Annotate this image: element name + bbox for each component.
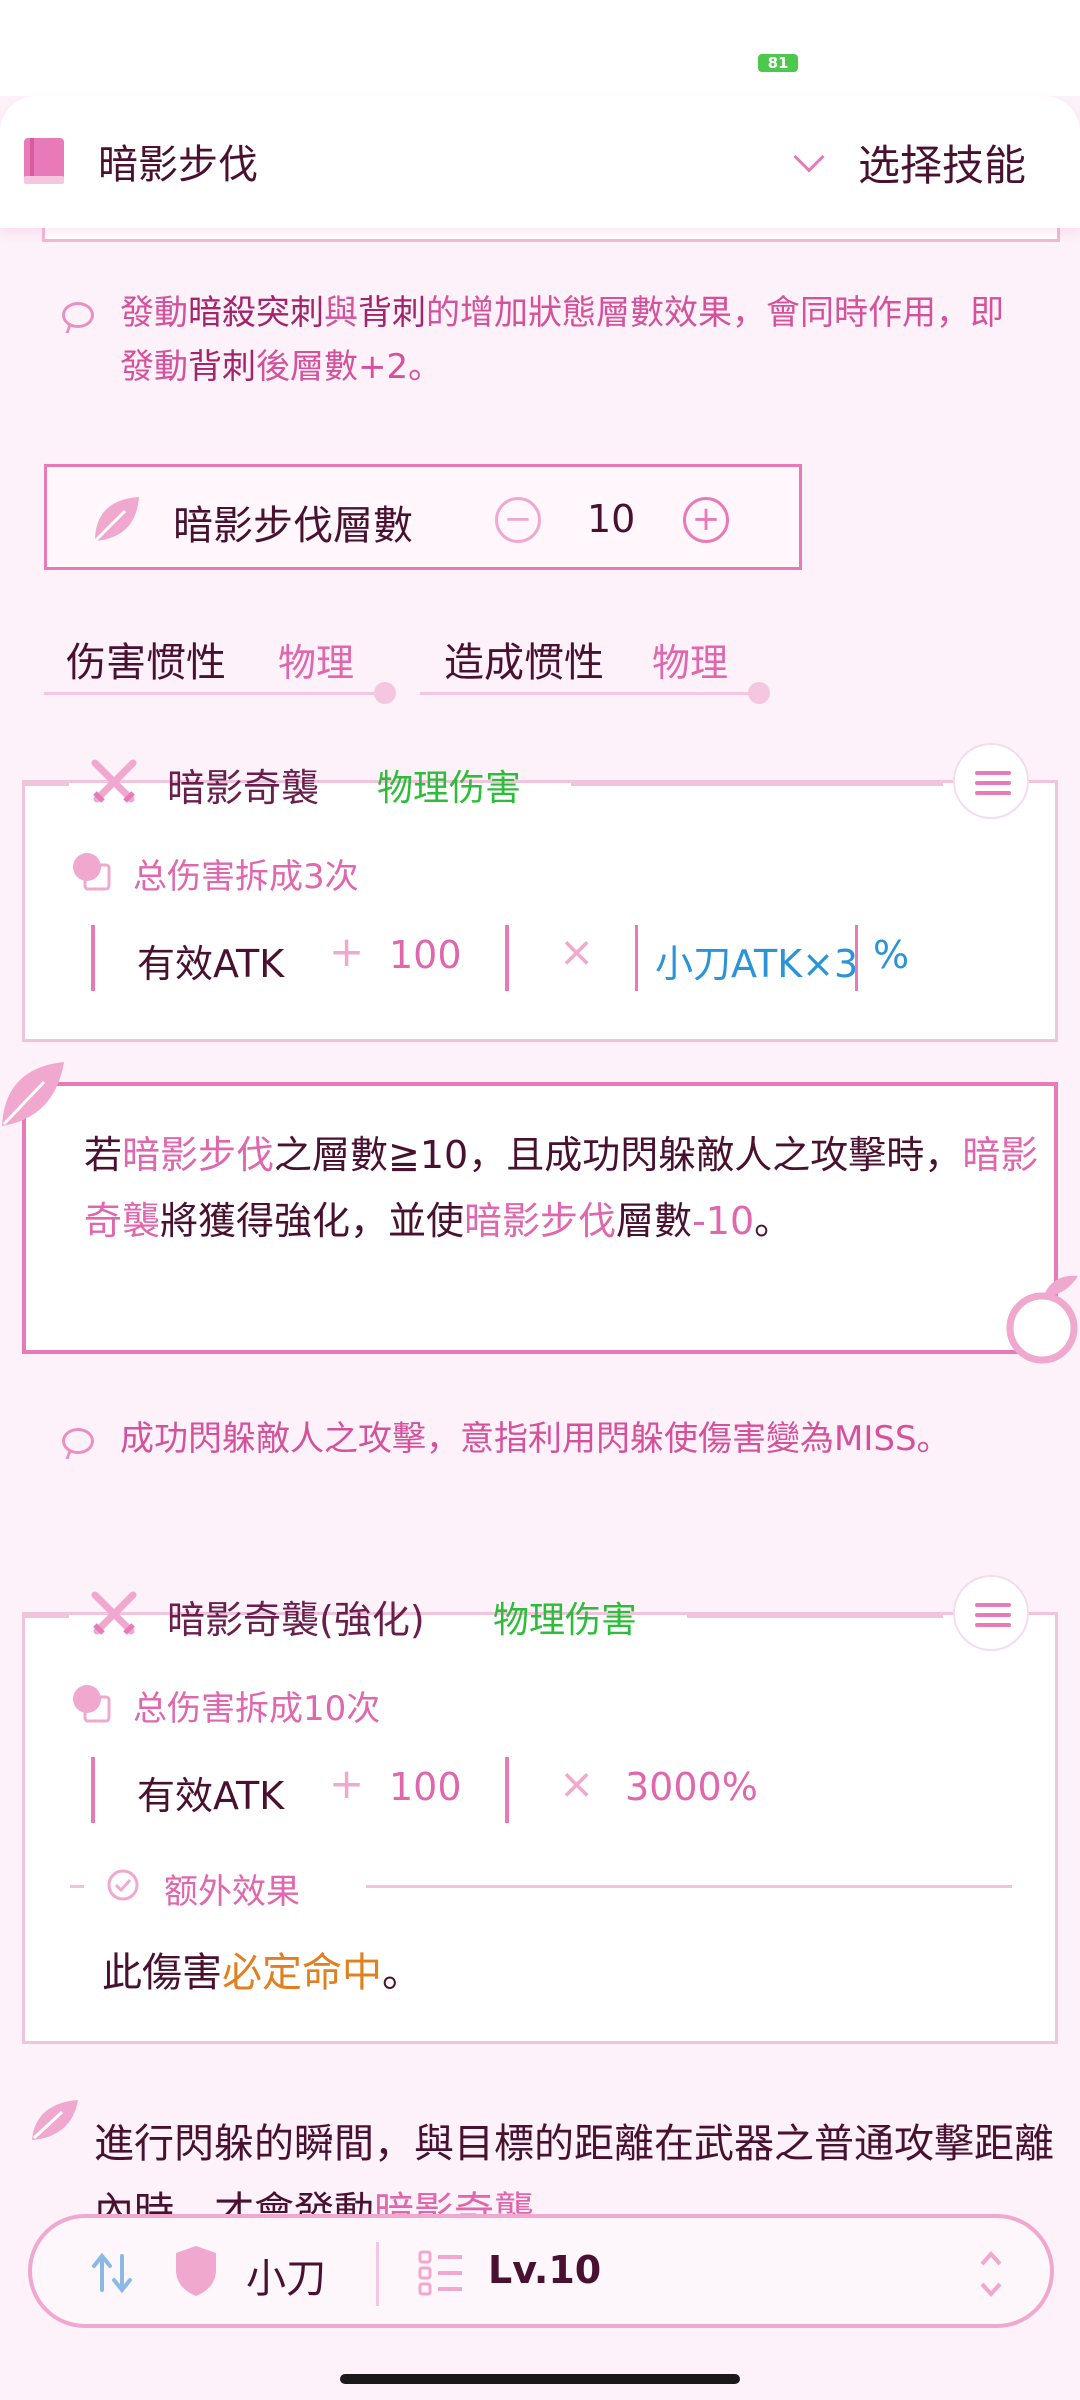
status-bar: 81: [0, 0, 1080, 96]
damage-type: 物理伤害: [377, 768, 522, 809]
formula-times: ×: [559, 1759, 595, 1808]
note-text: 成功閃躲敵人之攻擊，意指利用閃躲使傷害變為MISS。: [120, 1419, 951, 1459]
skill-name: 暗影奇襲: [167, 766, 320, 810]
inflict-inertia-value[interactable]: 物理: [652, 632, 728, 687]
comment-icon: [62, 302, 94, 328]
formula-plus: +: [329, 927, 365, 976]
stack-label: 暗影步伐層數: [173, 503, 413, 549]
select-skill-button[interactable]: 选择技能: [858, 132, 1026, 193]
hits-icon: [73, 1685, 111, 1723]
home-indicator[interactable]: [340, 2374, 740, 2384]
damage-formula: 有效ATK + 100 × 小刀ATK×3 %: [91, 925, 991, 991]
skill-card: 暗影奇襲 物理伤害 总伤害拆成3次 有效ATK + 100 × 小刀ATK×3 …: [22, 743, 1058, 1042]
callout-text: 若暗影步伐之層數≧10，且成功閃躲敵人之攻擊時，暗影奇襲將獲得強化，並使暗影步伐…: [84, 1133, 1039, 1243]
damage-type: 物理伤害: [493, 1600, 638, 1641]
leaf-icon: [2, 1062, 64, 1126]
hits-text: 总伤害拆成3次: [133, 857, 359, 897]
stack-stepper: 暗影步伐層數 − 10 +: [44, 464, 802, 570]
extra-effect-label: 额外效果: [164, 1872, 300, 1912]
divider: [70, 1885, 84, 1888]
chevron-updown-icon[interactable]: [976, 2246, 1006, 2302]
slider-handle[interactable]: [748, 682, 770, 704]
extra-effect-text: 此傷害必定命中。: [102, 1950, 422, 1996]
formula-add: 100: [389, 1765, 462, 1809]
menu-button[interactable]: [953, 743, 1029, 819]
hits-icon: [73, 853, 111, 891]
stack-value: 10: [587, 497, 636, 541]
crossed-swords-icon: [91, 1591, 137, 1635]
top-header: 暗影步伐 选择技能: [0, 96, 1080, 228]
card-top-line: [25, 1615, 69, 1618]
damage-inertia-label: 伤害惯性: [66, 640, 226, 686]
damage-formula: 有效ATK + 100 × 3000%: [91, 1757, 991, 1823]
formula-mult: 小刀ATK×3: [655, 942, 859, 986]
enhancement-callout: 若暗影步伐之層數≧10，且成功閃躲敵人之攻擊時，暗影奇襲將獲得強化，並使暗影步伐…: [22, 1082, 1058, 1354]
crossed-swords-icon: [91, 759, 137, 803]
leaf-icon: [32, 2100, 78, 2140]
formula-mult: 3000%: [625, 1765, 758, 1809]
comment-icon: [62, 1428, 94, 1454]
divider: [366, 1885, 1012, 1888]
battery-indicator: 81: [758, 54, 798, 72]
note-text: 發動暗殺突刺與背刺的增加狀態層數效果，會同時作用，即發動背刺後層數+2。: [120, 293, 1004, 387]
formula-add: 100: [389, 933, 462, 977]
divider: [376, 2242, 379, 2306]
card-top-line: [25, 783, 69, 786]
shield-icon: [176, 2246, 216, 2296]
formula-plus: +: [329, 1759, 365, 1808]
formula-times: ×: [559, 927, 595, 976]
book-icon: [24, 138, 64, 184]
damage-inertia-value[interactable]: 物理: [278, 632, 354, 687]
formula-base: 有效ATK: [137, 942, 285, 986]
check-circle-icon: [107, 1869, 139, 1901]
divider: [420, 692, 758, 695]
increment-button[interactable]: +: [683, 497, 729, 543]
slider-handle[interactable]: [374, 682, 396, 704]
level-value[interactable]: Lv.10: [488, 2248, 601, 2292]
divider: [44, 692, 382, 695]
card-top-line: [687, 1615, 943, 1618]
weapon-selector-bar[interactable]: 小刀 Lv.10: [28, 2214, 1054, 2328]
peach-icon: [1006, 1275, 1078, 1364]
formula-unit: %: [873, 933, 910, 977]
swap-icon[interactable]: [88, 2248, 138, 2298]
page-title: 暗影步伐: [98, 142, 258, 188]
menu-button[interactable]: [953, 1575, 1029, 1651]
leaf-icon: [93, 497, 139, 543]
list-icon: [418, 2250, 462, 2296]
inflict-inertia-label: 造成惯性: [444, 640, 604, 686]
hits-text: 总伤害拆成10次: [133, 1689, 381, 1729]
skill-name: 暗影奇襲(強化): [167, 1598, 425, 1642]
weapon-name[interactable]: 小刀: [246, 2246, 326, 2304]
formula-base: 有效ATK: [137, 1774, 285, 1818]
chevron-down-icon[interactable]: [793, 141, 825, 173]
decrement-button[interactable]: −: [495, 497, 541, 543]
card-top-line: [571, 783, 943, 786]
